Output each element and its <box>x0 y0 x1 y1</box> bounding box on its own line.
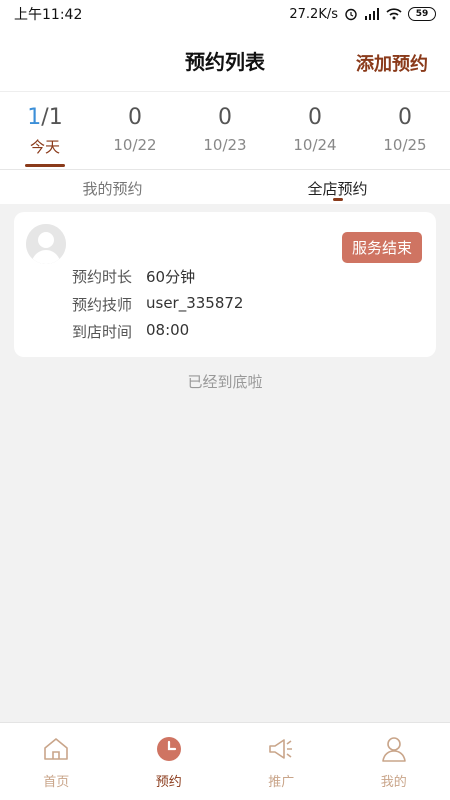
add-appointment-button[interactable]: 添加预约 <box>356 50 428 76</box>
tab-label: 全店预约 <box>307 180 368 198</box>
clock: 上午11:42 <box>14 7 83 23</box>
info-row-arrival-time: 到店时间 08:00 <box>72 321 189 342</box>
tabbar-home[interactable]: 首页 <box>0 723 113 800</box>
date-label: 今天 <box>29 138 60 156</box>
date-label: 10/22 <box>113 136 157 154</box>
appointment-scope-tabs: 我的预约 全店预约 <box>0 170 450 204</box>
date-count-rest: /1 <box>41 105 63 130</box>
status-icons: 27.2K/s 59 <box>289 7 436 22</box>
status-bar: 上午11:42 27.2K/s 59 <box>0 0 450 28</box>
info-label: 到店时间 <box>72 323 133 341</box>
date-item-today[interactable]: 1/1 今天 <box>0 92 90 169</box>
tabbar-appointments[interactable]: 预约 <box>113 723 226 800</box>
date-count: 1/1 <box>0 104 90 132</box>
appointment-card[interactable]: 服务结束 预约时长 60分钟 预约技师 user_335872 到店时间 08:… <box>14 212 436 357</box>
date-item-1023[interactable]: 0 10/23 <box>180 92 270 169</box>
tabbar-mine[interactable]: 我的 <box>338 723 450 800</box>
signal-icon <box>365 8 379 20</box>
megaphone-icon <box>269 739 293 759</box>
date-item-1025[interactable]: 0 10/25 <box>360 92 450 169</box>
date-count: 0 <box>218 105 232 130</box>
info-row-duration: 预约时长 60分钟 <box>72 266 195 287</box>
tabbar-label: 预约 <box>155 775 182 790</box>
clock-icon <box>156 737 181 761</box>
tab-my-appointments[interactable]: 我的预约 <box>0 170 225 204</box>
tabbar-label: 推广 <box>268 775 295 790</box>
info-label: 预约时长 <box>72 268 133 286</box>
info-value: 60分钟 <box>146 268 196 286</box>
date-label: 10/24 <box>293 136 337 154</box>
wifi-icon <box>386 8 402 20</box>
bottom-tab-bar: 首页 预约 推广 我的 <box>0 722 450 800</box>
user-icon <box>381 737 406 762</box>
date-count: 0 <box>398 105 412 130</box>
tabbar-label: 首页 <box>43 775 70 790</box>
tabbar-label: 我的 <box>380 775 407 790</box>
date-item-1024[interactable]: 0 10/24 <box>270 92 360 169</box>
battery-icon: 59 <box>408 7 436 21</box>
network-speed: 27.2K/s <box>289 6 338 22</box>
date-count: 0 <box>308 105 322 130</box>
info-row-technician: 预约技师 user_335872 <box>72 294 243 315</box>
date-item-1022[interactable]: 0 10/22 <box>90 92 180 169</box>
avatar <box>26 224 66 264</box>
header: 预约列表 添加预约 <box>0 28 450 92</box>
date-label: 10/25 <box>383 136 427 154</box>
date-strip: 1/1 今天 0 10/22 0 10/23 0 10/24 0 10/25 <box>0 92 450 170</box>
user-avatar-icon <box>26 224 66 264</box>
date-count-highlight: 1 <box>27 105 42 130</box>
date-active-indicator <box>25 164 65 167</box>
date-count: 0 <box>128 105 142 130</box>
home-icon <box>44 738 69 760</box>
status-badge[interactable]: 服务结束 <box>341 232 422 263</box>
tab-store-appointments[interactable]: 全店预约 <box>225 170 450 204</box>
info-value: user_335872 <box>146 294 244 312</box>
info-value: 08:00 <box>146 321 190 339</box>
tabbar-promote[interactable]: 推广 <box>225 723 338 800</box>
date-label: 10/23 <box>203 136 247 154</box>
info-label: 预约技师 <box>72 296 133 314</box>
end-of-list-note: 已经到底啦 <box>187 373 263 391</box>
alarm-icon <box>345 8 357 21</box>
tab-active-indicator <box>332 198 343 201</box>
